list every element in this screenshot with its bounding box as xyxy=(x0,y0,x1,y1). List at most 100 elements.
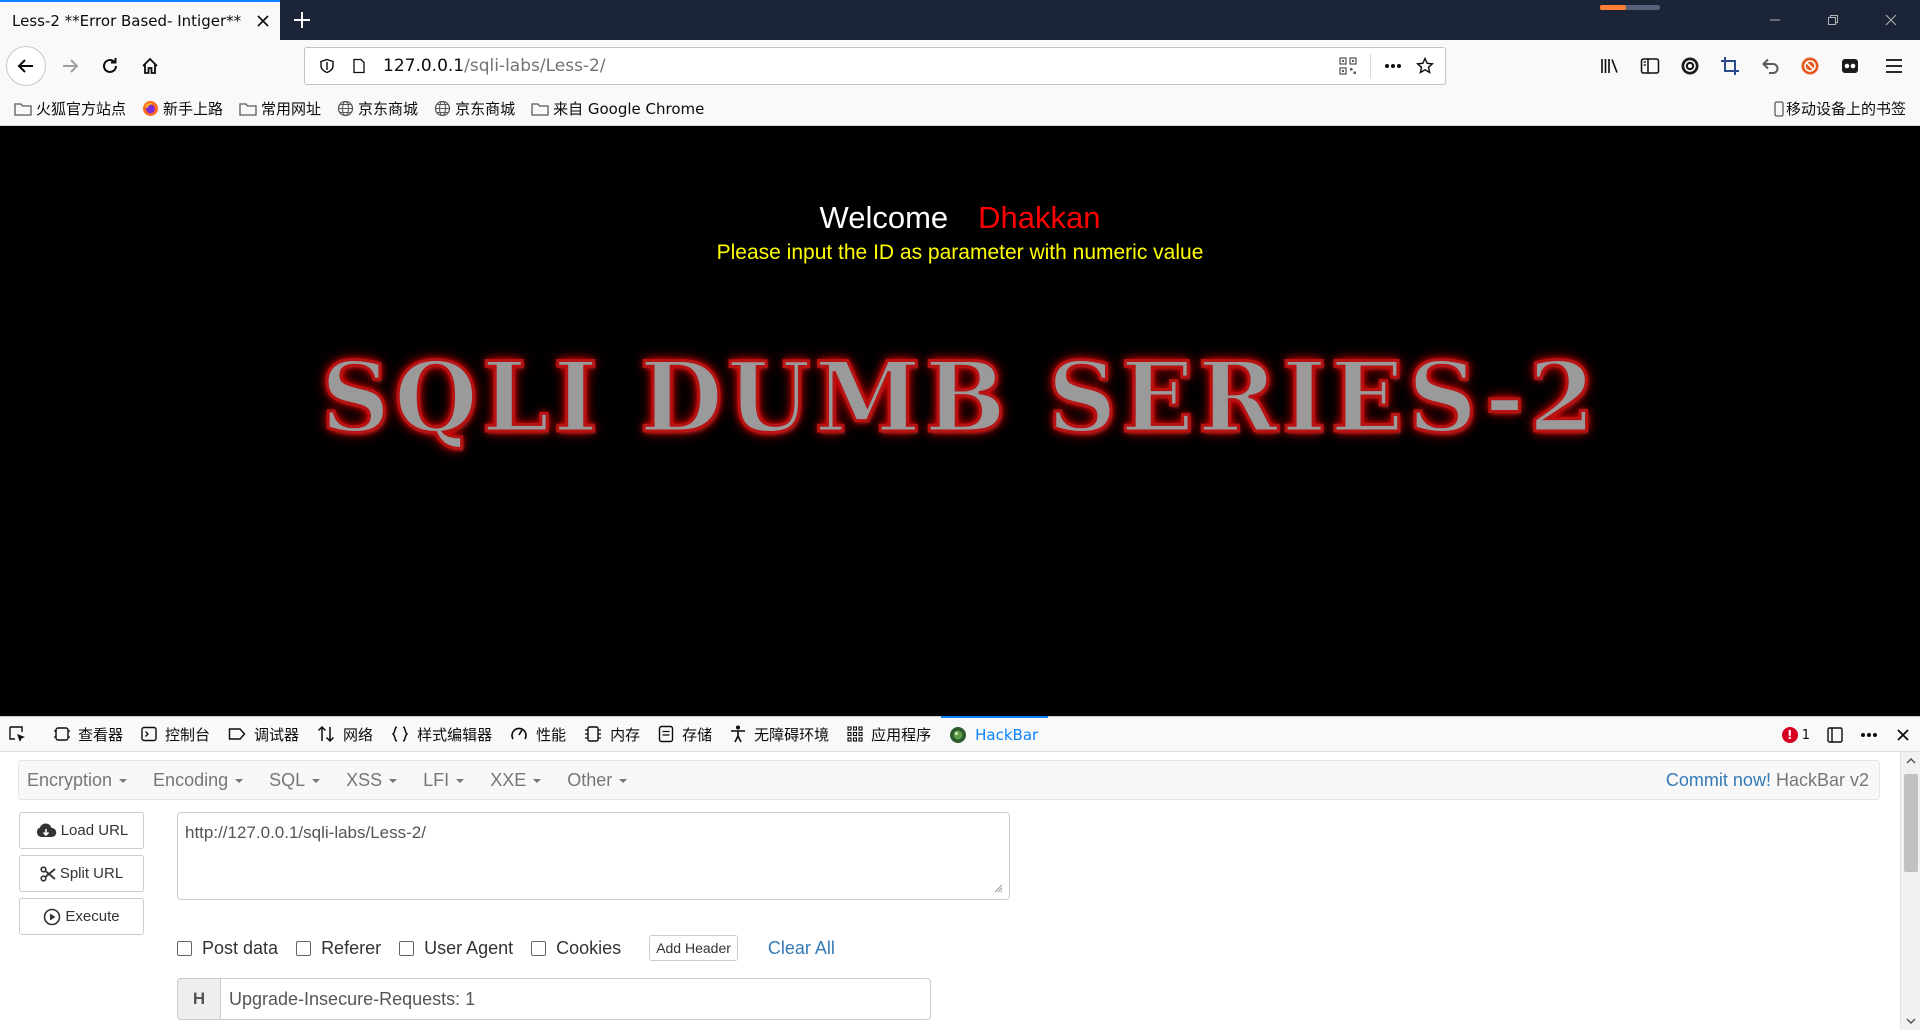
bookmark-item[interactable]: 京东商城 xyxy=(432,96,517,121)
globe-icon xyxy=(337,100,354,117)
adblock-icon[interactable] xyxy=(1790,46,1830,86)
menu-lfi[interactable]: LFI xyxy=(415,770,472,791)
mobile-bookmarks[interactable]: 移动设备上的书签 xyxy=(1774,98,1906,119)
element-picker-icon[interactable] xyxy=(0,716,46,752)
close-devtools-icon[interactable] xyxy=(1886,717,1920,753)
cookies-checkbox[interactable]: Cookies xyxy=(531,938,621,959)
browser-tab[interactable]: Less-2 **Error Based- Intiger** xyxy=(0,0,280,40)
hackbar-commit: Commit now! HackBar v2 xyxy=(1666,761,1869,799)
tracking-protection-icon[interactable] xyxy=(311,50,343,82)
sidebar-icon[interactable] xyxy=(1630,46,1670,86)
menu-xxe[interactable]: XXE xyxy=(482,770,549,791)
home-button[interactable] xyxy=(130,46,170,86)
back-button[interactable] xyxy=(6,46,46,86)
new-tab-button[interactable] xyxy=(286,4,318,36)
devtools-tab-application[interactable]: 应用程序 xyxy=(839,716,941,752)
user-agent-checkbox[interactable]: User Agent xyxy=(399,938,513,959)
devtools-tab-debugger[interactable]: 调试器 xyxy=(220,716,309,752)
clear-all-link[interactable]: Clear All xyxy=(768,938,835,959)
devtools-tab-style-editor[interactable]: 样式编辑器 xyxy=(383,716,502,752)
page-content: Welcome Dhakkan Please input the ID as pa… xyxy=(0,126,1920,716)
scroll-down-icon[interactable] xyxy=(1906,1018,1916,1024)
debugger-icon xyxy=(228,728,246,740)
devtools-tab-label: 内存 xyxy=(610,725,641,744)
devtools-tab-inspector[interactable]: 查看器 xyxy=(46,716,133,752)
page-info-icon[interactable] xyxy=(343,50,375,82)
extension-mask-icon[interactable] xyxy=(1830,46,1870,86)
hackbar-icon xyxy=(950,727,967,743)
scroll-up-icon[interactable] xyxy=(1906,758,1916,764)
devtools-tab-storage[interactable]: 存储 xyxy=(650,716,722,752)
devtools-tab-label: 应用程序 xyxy=(871,725,932,744)
hackbar-menu: Encryption Encoding SQL XSS LFI XXE Othe… xyxy=(18,760,1880,800)
account-icon[interactable] xyxy=(1670,46,1710,86)
caret-down-icon xyxy=(533,779,542,783)
error-icon: ! xyxy=(1781,727,1798,743)
execute-label: Execute xyxy=(65,908,120,925)
tab-scroll-indicator xyxy=(1600,5,1660,10)
undo-icon[interactable] xyxy=(1750,46,1790,86)
network-icon xyxy=(318,725,335,743)
panel-scrollbar[interactable] xyxy=(1900,752,1920,1030)
post-data-checkbox[interactable]: Post data xyxy=(177,938,278,959)
checkbox-box[interactable] xyxy=(296,940,312,956)
devtools-tab-network[interactable]: 网络 xyxy=(309,716,383,752)
scrollbar-thumb[interactable] xyxy=(1904,774,1918,872)
split-url-button[interactable]: Split URL xyxy=(19,855,144,892)
page-actions-icon[interactable] xyxy=(1377,50,1409,82)
menu-sql[interactable]: SQL xyxy=(261,770,328,791)
url-text[interactable]: 127.0.0.1/sqli-labs/Less-2/ xyxy=(383,56,1332,76)
devtools-tab-console[interactable]: 控制台 xyxy=(133,716,220,752)
library-icon[interactable] xyxy=(1590,46,1630,86)
devtools-options-icon[interactable] xyxy=(1852,717,1886,753)
bookmark-item[interactable]: 来自 Google Chrome xyxy=(529,96,706,121)
dock-side-icon[interactable] xyxy=(1818,717,1852,753)
resize-grip-icon[interactable] xyxy=(993,883,1003,893)
minimize-icon[interactable] xyxy=(1746,0,1804,40)
bookmark-star-icon[interactable] xyxy=(1409,50,1441,82)
screenshot-crop-icon[interactable] xyxy=(1710,46,1750,86)
header-label: H xyxy=(177,978,221,1020)
header-input[interactable]: Upgrade-Insecure-Requests: 1 xyxy=(221,978,931,1020)
devtools-tab-memory[interactable]: 内存 xyxy=(576,716,650,752)
restore-icon[interactable] xyxy=(1804,0,1862,40)
menu-icon[interactable] xyxy=(1874,46,1914,86)
close-window-icon[interactable] xyxy=(1862,0,1920,40)
console-icon xyxy=(141,726,157,742)
menu-label: Encoding xyxy=(153,769,229,790)
devtools-tab-accessibility[interactable]: 无障碍环境 xyxy=(722,716,839,752)
qr-code-icon[interactable] xyxy=(1332,50,1364,82)
add-header-button[interactable]: Add Header xyxy=(649,935,738,961)
reload-button[interactable] xyxy=(90,46,130,86)
error-count-badge[interactable]: ! 1 xyxy=(1781,727,1810,743)
url-textarea[interactable]: http://127.0.0.1/sqli-labs/Less-2/ xyxy=(177,812,1010,900)
bookmark-item[interactable]: 常用网址 xyxy=(237,96,323,121)
execute-button[interactable]: Execute xyxy=(19,898,144,935)
url-path: /sqli-labs/Less-2/ xyxy=(464,56,606,76)
close-tab-icon[interactable] xyxy=(256,14,270,28)
url-bar[interactable]: 127.0.0.1/sqli-labs/Less-2/ xyxy=(304,47,1446,85)
tab-title: Less-2 **Error Based- Intiger** xyxy=(12,12,242,30)
storage-icon xyxy=(658,725,674,743)
bookmark-item[interactable]: 新手上路 xyxy=(140,96,225,121)
load-url-button[interactable]: Load URL xyxy=(19,812,144,849)
devtools-tab-label: 控制台 xyxy=(165,725,211,744)
forward-button[interactable] xyxy=(50,46,90,86)
commit-now-link[interactable]: Commit now! xyxy=(1666,770,1771,791)
bookmark-item[interactable]: 火狐官方站点 xyxy=(12,96,128,121)
bookmark-item[interactable]: 京东商城 xyxy=(335,96,420,121)
sqli-banner-image: SQLI DUMB SERIES-2 xyxy=(319,340,1600,456)
checkbox-box[interactable] xyxy=(531,940,547,956)
menu-xss[interactable]: XSS xyxy=(338,770,405,791)
checkbox-box[interactable] xyxy=(177,940,192,956)
devtools-tab-performance[interactable]: 性能 xyxy=(502,716,576,752)
caret-down-icon xyxy=(456,779,465,783)
menu-other[interactable]: Other xyxy=(559,770,635,791)
devtools-tab-hackbar[interactable]: HackBar xyxy=(941,716,1049,752)
referer-checkbox[interactable]: Referer xyxy=(296,938,381,959)
menu-encoding[interactable]: Encoding xyxy=(145,770,251,791)
load-url-label: Load URL xyxy=(60,822,129,839)
devtools-tab-label: 性能 xyxy=(536,725,567,744)
menu-encryption[interactable]: Encryption xyxy=(19,770,135,791)
checkbox-box[interactable] xyxy=(399,940,415,956)
